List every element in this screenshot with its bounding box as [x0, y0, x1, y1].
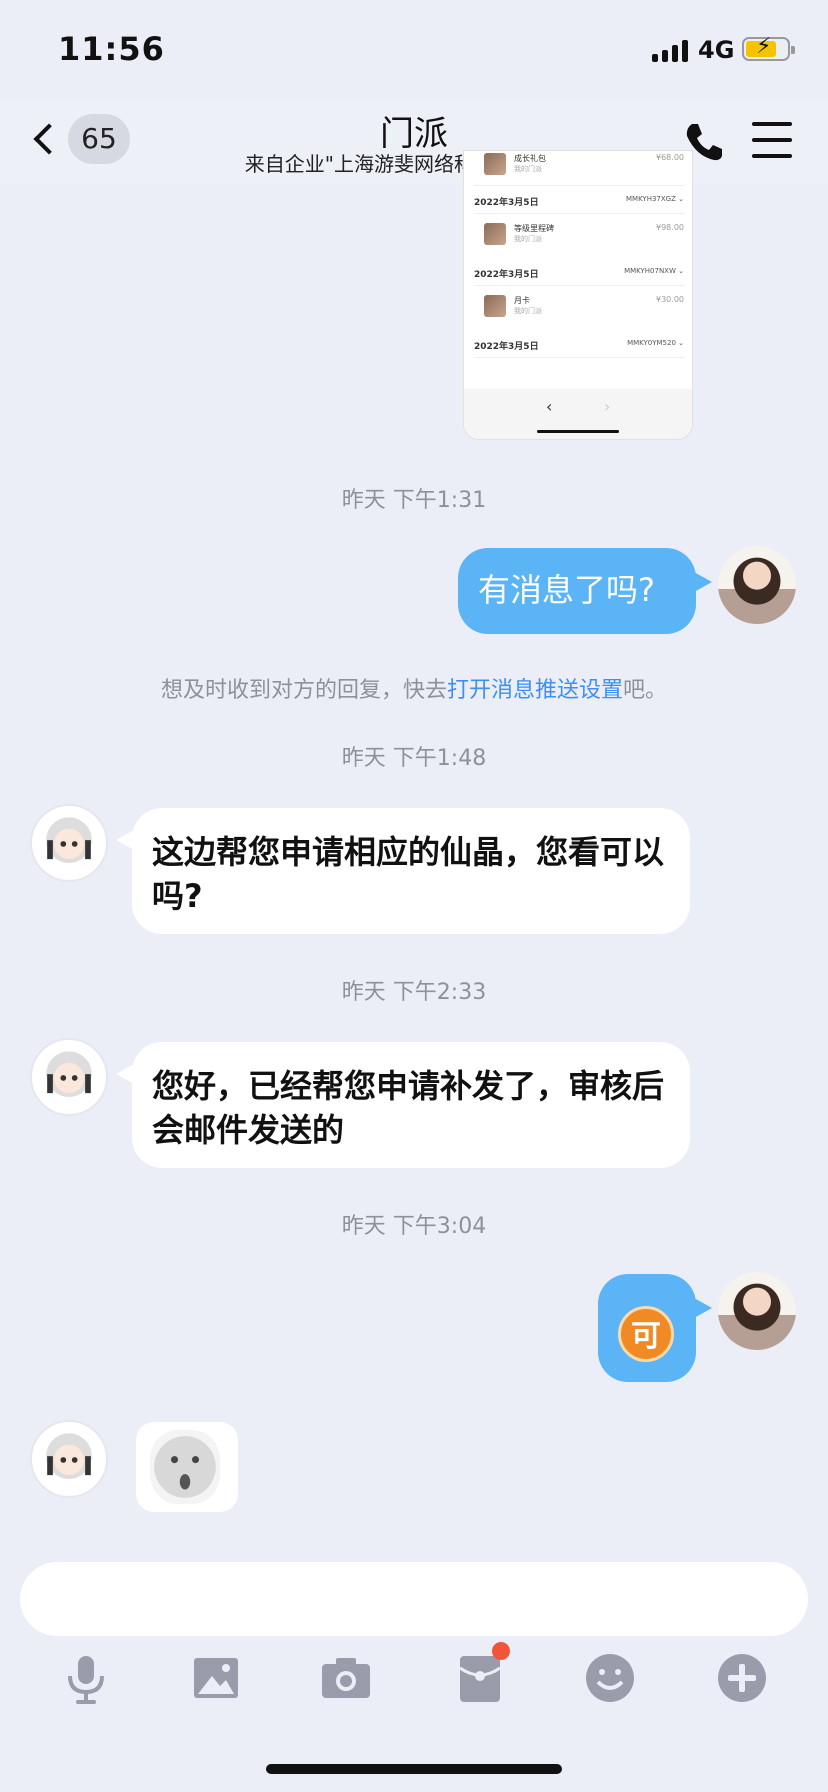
home-indicator	[266, 1764, 562, 1774]
menu-icon[interactable]	[752, 122, 792, 158]
sticker-message[interactable]	[136, 1422, 238, 1512]
timestamp: 昨天 下午2:33	[341, 980, 487, 1005]
shared-screenshot-image[interactable]: 成长礼包 我的门派 ¥68.00 2022年3月5日 MMKYH37XGZ ⌄ …	[463, 150, 693, 440]
chevron-right-icon: ›	[604, 397, 611, 416]
plus-icon[interactable]	[712, 1648, 772, 1708]
network-label: 4G	[698, 36, 735, 64]
timestamp: 昨天 下午1:48	[341, 746, 487, 771]
message-text: 这边帮您申请相应的仙晶，您看可以吗?	[152, 833, 665, 915]
status-time: 11:56	[58, 30, 165, 68]
timestamp: 昨天 下午1:31	[341, 488, 487, 513]
timestamp: 昨天 下午3:04	[341, 1214, 487, 1239]
emoji-ke-icon: 可	[618, 1306, 674, 1362]
camera-icon[interactable]	[316, 1648, 376, 1708]
message-text: 您好，已经帮您申请补发了，审核后会邮件发送的	[152, 1067, 665, 1149]
product-thumbnail	[484, 153, 506, 175]
image-icon[interactable]	[186, 1648, 246, 1708]
avatar-other[interactable]	[30, 1038, 108, 1116]
chevron-left-icon: ‹	[546, 397, 553, 416]
order-date-row: 2022年3月5日 MMKY0YM520 ⌄	[474, 339, 684, 352]
avatar-other[interactable]	[30, 804, 108, 882]
screenshot-nav-bar: ‹ ›	[464, 389, 692, 439]
message-bubble-self[interactable]: 有消息了吗?	[458, 548, 696, 634]
message-bubble-other[interactable]: 这边帮您申请相应的仙晶，您看可以吗?	[132, 808, 690, 934]
chat-header: 65 门派 来自企业"上海游斐网络科技有限公司"	[0, 100, 828, 184]
chat-toolbar	[0, 1642, 828, 1718]
push-notice: 想及时收到对方的回复，快去打开消息推送设置吧。	[160, 678, 668, 703]
red-packet-icon[interactable]	[450, 1642, 510, 1708]
avatar-other[interactable]	[30, 1420, 108, 1498]
message-text: 有消息了吗?	[478, 571, 655, 609]
sticker-face-icon	[150, 1430, 220, 1504]
message-input[interactable]	[20, 1562, 808, 1636]
order-date-row: 2022年3月5日 MMKYH07NXW ⌄	[474, 267, 684, 280]
avatar-self[interactable]	[718, 1272, 796, 1350]
order-date-row: 2022年3月5日 MMKYH37XGZ ⌄	[474, 195, 684, 208]
product-thumbnail	[484, 223, 506, 245]
status-bar: 11:56 4G ⚡	[0, 0, 828, 100]
order-item: 等级里程碑 我的门派 ¥98.00	[474, 223, 684, 245]
microphone-icon[interactable]	[56, 1648, 116, 1708]
order-item: 成长礼包 我的门派 ¥68.00	[474, 153, 684, 175]
push-settings-link[interactable]: 打开消息推送设置	[447, 678, 623, 703]
emoji-icon[interactable]	[580, 1648, 640, 1708]
order-item: 月卡 我的门派 ¥30.00	[474, 295, 684, 317]
message-bubble-other[interactable]: 您好，已经帮您申请补发了，审核后会邮件发送的	[132, 1042, 690, 1168]
signal-icon	[652, 38, 688, 62]
battery-icon: ⚡	[742, 36, 795, 61]
notification-dot	[492, 1642, 510, 1660]
avatar-self[interactable]	[718, 546, 796, 624]
product-thumbnail	[484, 295, 506, 317]
